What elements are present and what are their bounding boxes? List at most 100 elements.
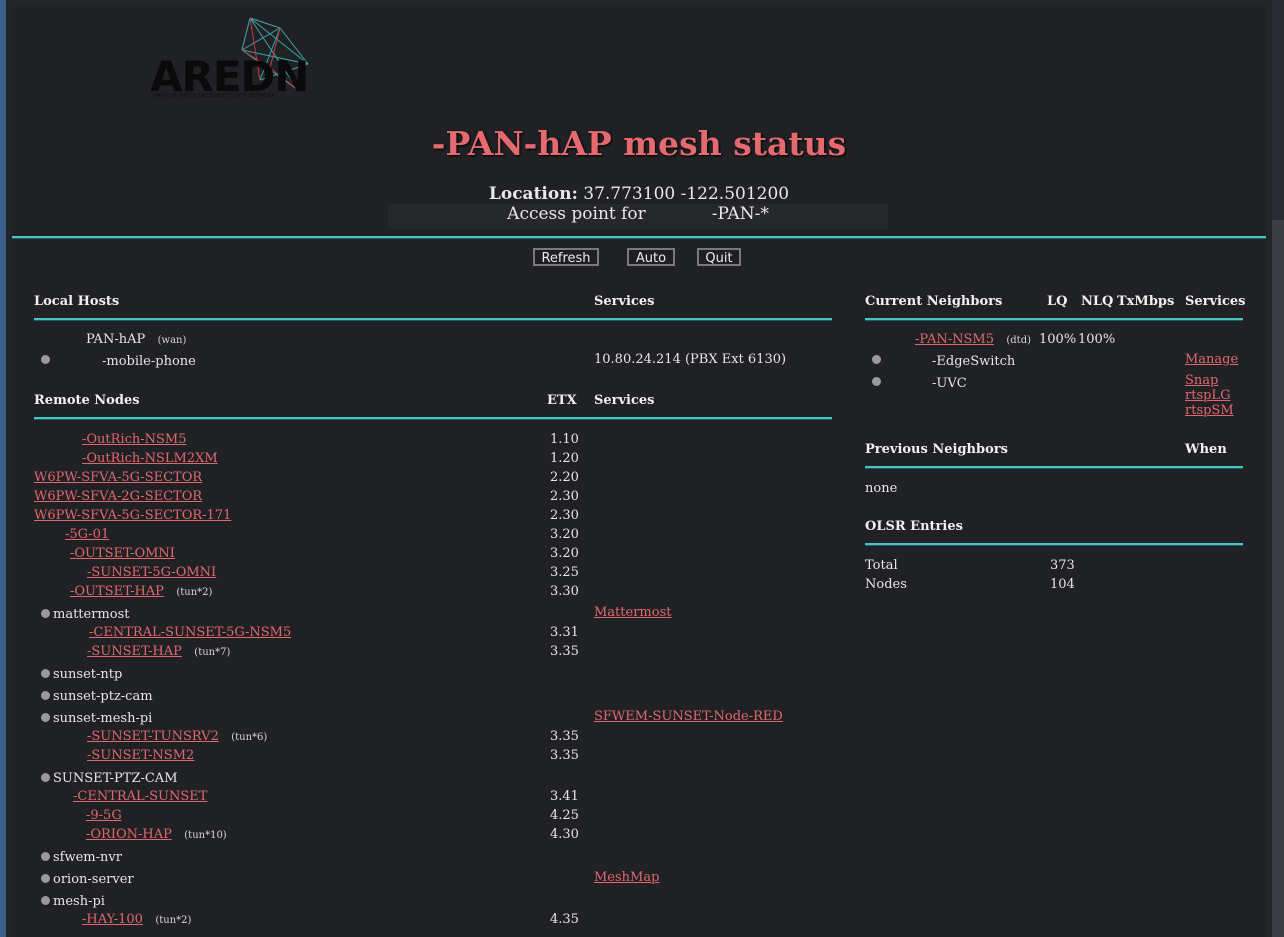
remote-node: -SUNSET-TUNSRV2 (tun*6)	[87, 729, 267, 744]
divider	[865, 466, 1243, 469]
neighbor-host-name: -UVC	[932, 376, 967, 391]
remote-node: -OutRich-NSM5	[82, 432, 187, 447]
etx-value: 3.41	[550, 789, 579, 804]
lq-header: LQ	[1047, 294, 1068, 309]
remote-node: -OutRich-NSLM2XM	[82, 451, 218, 466]
tunnel-count-tag: (tun*2)	[155, 915, 192, 926]
host-bullet-icon	[41, 691, 50, 700]
location-value: 37.773100 -122.501200	[583, 184, 790, 204]
remote-node-link[interactable]: -5G-01	[65, 527, 109, 542]
etx-header: ETX	[547, 393, 577, 408]
neighbor-services-header: Services	[1185, 294, 1246, 309]
remote-node-link[interactable]: -OUTSET-HAP	[70, 584, 164, 599]
olsr-total-value: 373	[1050, 558, 1075, 573]
neighbor-node-link[interactable]: -PAN-NSM5	[915, 332, 994, 347]
divider	[865, 543, 1243, 546]
etx-value: 3.25	[550, 565, 579, 580]
remote-node: -SUNSET-5G-OMNI	[87, 565, 216, 580]
etx-value: 3.30	[550, 584, 579, 599]
local-services-header: Services	[594, 294, 655, 309]
remote-service-link[interactable]: Mattermost	[594, 605, 671, 620]
remote-node-link[interactable]: -SUNSET-HAP	[87, 644, 182, 659]
tunnel-count-tag: (tun*7)	[194, 647, 231, 658]
remote-node-link[interactable]: -SUNSET-TUNSRV2	[87, 729, 219, 744]
remote-host-name: SUNSET-PTZ-CAM	[53, 771, 178, 786]
remote-node-link[interactable]: -CENTRAL-SUNSET-5G-NSM5	[89, 625, 291, 640]
page-title: -PAN-hAP mesh status	[12, 124, 1266, 163]
remote-service-link[interactable]: SFWEM-SUNSET-Node-RED	[594, 709, 783, 724]
remote-node-link[interactable]: -SUNSET-NSM2	[87, 748, 194, 763]
main-panel: AREDN AMATEUR RADIO EMERGENCY DATA NETWO…	[12, 6, 1266, 937]
previous-neighbors-header: Previous Neighbors	[865, 442, 1008, 457]
host-bullet-icon	[41, 852, 50, 861]
etx-value: 3.35	[550, 729, 579, 744]
tunnel-count-tag: (tun*6)	[231, 732, 268, 743]
rtsplg-link[interactable]: rtspLG	[1185, 388, 1230, 403]
remote-node: W6PW-SFVA-5G-SECTOR	[34, 470, 202, 485]
etx-value: 1.20	[550, 451, 579, 466]
refresh-button[interactable]: Refresh	[533, 248, 599, 266]
etx-value: 3.20	[550, 546, 579, 561]
host-bullet-icon	[41, 713, 50, 722]
remote-node: -9-5G	[86, 808, 122, 823]
remote-node: -HAY-100 (tun*2)	[82, 912, 191, 927]
remote-host-name: orion-server	[53, 872, 134, 887]
remote-node-link[interactable]: -9-5G	[86, 808, 122, 823]
remote-node-link[interactable]: -OutRich-NSLM2XM	[82, 451, 218, 466]
access-point-label: Access point for	[507, 204, 646, 224]
etx-value: 1.10	[550, 432, 579, 447]
remote-node-link[interactable]: W6PW-SFVA-2G-SECTOR	[34, 489, 202, 504]
divider	[865, 318, 1243, 321]
remote-node: W6PW-SFVA-2G-SECTOR	[34, 489, 202, 504]
title-text: -PAN-hAP mesh status	[431, 124, 847, 163]
remote-node-link[interactable]: W6PW-SFVA-5G-SECTOR-171	[34, 508, 231, 523]
neighbor-nlq: 100%	[1078, 332, 1116, 347]
remote-node: -5G-01	[65, 527, 109, 542]
remote-node-link[interactable]: W6PW-SFVA-5G-SECTOR	[34, 470, 202, 485]
etx-value: 2.20	[550, 470, 579, 485]
host-bullet-icon	[41, 773, 50, 782]
local-node: PAN-hAP (wan)	[86, 332, 186, 347]
rtspsm-link[interactable]: rtspSM	[1185, 403, 1234, 418]
divider	[12, 236, 1266, 239]
remote-node: -SUNSET-NSM2	[87, 748, 194, 763]
access-point-value: -PAN-*	[711, 204, 769, 224]
host-bullet-icon	[41, 669, 50, 678]
etx-value: 4.25	[550, 808, 579, 823]
remote-host-name: sunset-mesh-pi	[53, 711, 153, 726]
remote-node-link[interactable]: -OutRich-NSM5	[82, 432, 187, 447]
quit-button[interactable]: Quit	[697, 248, 741, 266]
remote-node-link[interactable]: -ORION-HAP	[86, 827, 172, 842]
tunnel-count-tag: (tun*10)	[184, 830, 227, 841]
neighbor-node: -PAN-NSM5 (dtd)	[915, 332, 1031, 347]
manage-link[interactable]: Manage	[1185, 352, 1238, 367]
nlq-header: NLQ	[1081, 294, 1114, 309]
when-header: When	[1185, 442, 1227, 457]
tunnel-count-tag: (tun*2)	[176, 587, 213, 598]
remote-node-link[interactable]: -HAY-100	[82, 912, 143, 927]
neighbor-lq: 100%	[1039, 332, 1077, 347]
remote-node-link[interactable]: -CENTRAL-SUNSET	[73, 789, 207, 804]
remote-service-link[interactable]: MeshMap	[594, 870, 659, 885]
divider	[34, 318, 832, 321]
remote-nodes-header: Remote Nodes	[34, 393, 140, 408]
olsr-nodes-value: 104	[1050, 577, 1075, 592]
remote-node-link[interactable]: -SUNSET-5G-OMNI	[87, 565, 216, 580]
etx-value: 2.30	[550, 508, 579, 523]
location-line: Location: 37.773100 -122.501200	[12, 184, 1266, 204]
local-host-service: 10.80.24.214 (PBX Ext 6130)	[594, 352, 787, 367]
logo-tagline: AMATEUR RADIO EMERGENCY DATA NETWORK	[152, 93, 276, 99]
local-node-name: PAN-hAP	[86, 332, 146, 347]
auto-button[interactable]: Auto	[627, 248, 675, 266]
etx-value: 4.35	[550, 912, 579, 927]
host-bullet-icon	[872, 377, 881, 386]
snap-link[interactable]: Snap	[1185, 373, 1218, 388]
scrollbar[interactable]	[1272, 220, 1284, 937]
aredn-logo: AREDN AMATEUR RADIO EMERGENCY DATA NETWO…	[150, 18, 315, 102]
remote-host-name: sunset-ntp	[53, 667, 123, 682]
remote-node: -ORION-HAP (tun*10)	[86, 827, 227, 842]
remote-node: -OUTSET-HAP (tun*2)	[70, 584, 212, 599]
olsr-header: OLSR Entries	[865, 519, 963, 534]
remote-node-link[interactable]: -OUTSET-OMNI	[70, 546, 175, 561]
host-bullet-icon	[41, 609, 50, 618]
